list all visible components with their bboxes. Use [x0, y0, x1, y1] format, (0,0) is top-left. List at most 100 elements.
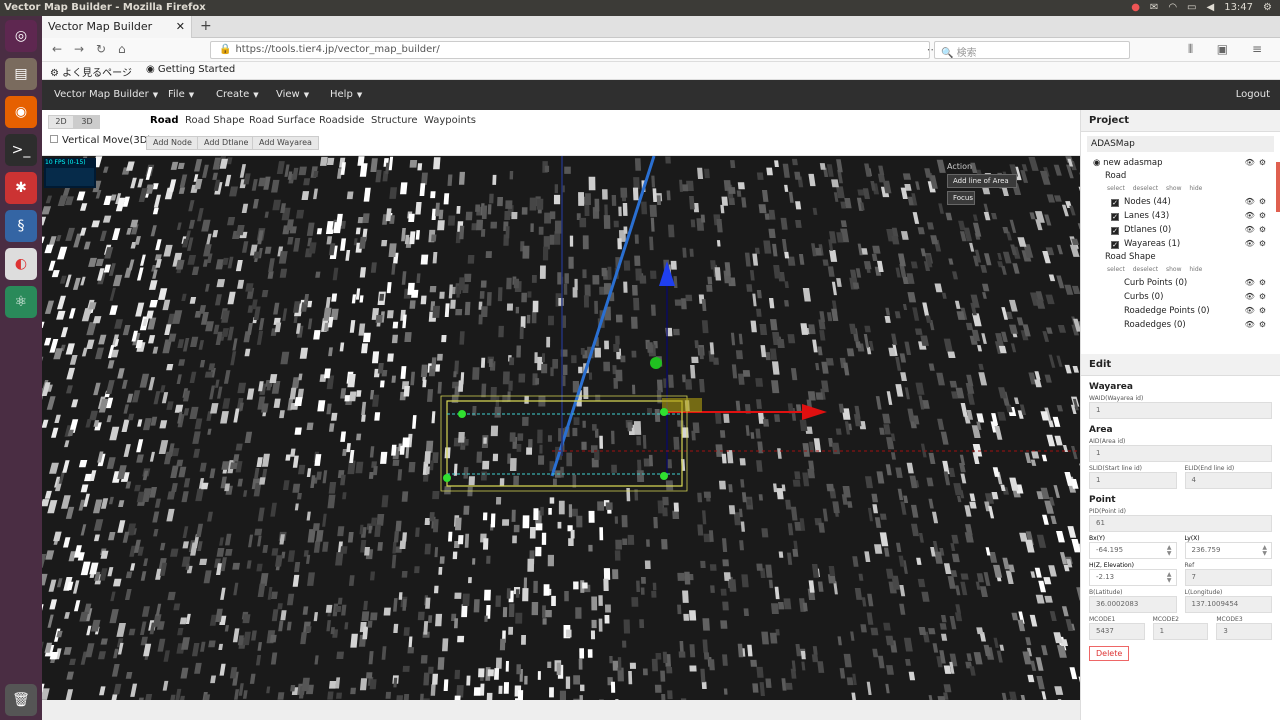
elid-field[interactable]: 4 [1184, 472, 1272, 489]
edit-panel: Wayarea WAID(Wayarea id) 1 Area AID(Area… [1081, 382, 1280, 661]
terminal-icon[interactable]: >_ [5, 134, 37, 166]
longitude-field[interactable]: 137.1009454 [1184, 596, 1272, 613]
browser-tab[interactable]: Vector Map Builder ✕ [42, 16, 192, 38]
url-text: https://tools.tier4.jp/vector_map_builde… [235, 44, 440, 55]
tab-title: Vector Map Builder [48, 20, 153, 33]
app-menu-bar: Vector Map Builder ▼ File ▼ Create ▼ View ▼ … [42, 80, 1280, 110]
toggle-2d[interactable]: 2D [48, 115, 74, 129]
delete-button[interactable]: Delete [1089, 646, 1130, 661]
focus-button[interactable]: Focus [947, 191, 975, 205]
battery-icon[interactable]: ▭ [1187, 0, 1196, 16]
edit-header: Edit [1081, 354, 1280, 376]
caret-down-icon: ▼ [152, 91, 159, 99]
action-label: Action [947, 162, 973, 171]
menu-view[interactable]: View ▼ [276, 89, 309, 100]
add-dtlane-button[interactable]: Add Dtlane [197, 136, 256, 150]
add-line-of-area-button[interactable]: Add line of Area [947, 174, 1017, 188]
layer-roadedge-points[interactable]: Roadedge Points (0) 👁⚙ [1087, 304, 1274, 318]
layer-roadedges[interactable]: Roadedges (0) 👁⚙ [1087, 318, 1274, 332]
group-road-shape: Road Shape [1105, 252, 1156, 262]
volume-icon[interactable]: ◀ [1207, 0, 1215, 16]
ubuntu-icon[interactable]: ◎ [5, 20, 37, 52]
layer-wayareas[interactable]: ✓ Wayareas (1) 👁⚙ [1087, 237, 1274, 251]
menu-help[interactable]: Help ▼ [330, 89, 362, 100]
map-name: ADASMap [1087, 136, 1274, 152]
tab-road-surface[interactable]: Road Surface [249, 115, 315, 126]
bx-field[interactable]: -64.195 ▲ ▼ [1089, 542, 1177, 559]
spinner-icon: ▲ ▼ [1262, 544, 1267, 557]
toggle-3d[interactable]: 3D [74, 115, 100, 129]
waid-field[interactable]: 1 [1089, 402, 1272, 419]
ubuntu-launcher: ◎ ▤ ◉ >_ ✱ § ◐ ⚛ 🗑 [0, 16, 42, 720]
forward-icon[interactable]: → [74, 42, 84, 56]
url-bar[interactable]: 🔒 https://tools.tier4.jp/vector_map_build… [210, 41, 959, 59]
new-tab-icon[interactable]: + [200, 18, 212, 34]
wayarea-title: Wayarea [1089, 382, 1133, 392]
menu-vector-map-builder[interactable]: Vector Map Builder ▼ [54, 89, 158, 100]
red-arrow-icon [802, 404, 827, 420]
vertical-move-checkbox[interactable]: Vertical Move(3D) [50, 135, 151, 146]
lane-line [550, 156, 656, 477]
ly-field[interactable]: 236.759 ▲ ▼ [1184, 542, 1272, 559]
atom-icon[interactable]: ⚛ [5, 286, 37, 318]
menu-file[interactable]: File ▼ [168, 89, 194, 100]
chrome-icon[interactable]: ◐ [5, 248, 37, 280]
tab-waypoints[interactable]: Waypoints [424, 115, 476, 126]
files-icon[interactable]: ▤ [5, 58, 37, 90]
back-icon[interactable]: ← [52, 42, 62, 56]
layer-dtlanes[interactable]: ✓ Dtlanes (0) 👁⚙ [1087, 223, 1274, 237]
slid-field[interactable]: 1 [1089, 472, 1177, 489]
h-field[interactable]: -2.13 ▲ ▼ [1089, 569, 1177, 586]
camera-icon[interactable]: ● [1131, 0, 1140, 16]
editor-toolbar: 2D 3D Road Road Shape Road Surface Roads… [42, 110, 1080, 156]
layer-curb-points[interactable]: Curb Points (0) 👁⚙ [1087, 276, 1274, 290]
search-placeholder: 検索 [956, 48, 977, 59]
green-handle-icon [650, 357, 662, 369]
scrollbar[interactable] [1276, 162, 1280, 212]
bookmark-getting-started[interactable]: ◉ Getting Started [146, 64, 235, 77]
add-wayarea-button[interactable]: Add Wayarea [252, 136, 319, 150]
settings-tool-icon[interactable]: ✱ [5, 172, 37, 204]
mail-icon[interactable]: ✉ [1150, 0, 1158, 16]
layer-curbs[interactable]: Curbs (0) 👁⚙ [1087, 290, 1274, 304]
close-tab-icon[interactable]: ✕ [176, 20, 185, 33]
bookmarks-bar: ⚙ よく見るページ ◉ Getting Started [42, 62, 1280, 80]
mcode1-field[interactable]: 5437 [1089, 623, 1145, 640]
mcode2-field[interactable]: 1 [1152, 623, 1209, 640]
tab-road-shape[interactable]: Road Shape [185, 115, 245, 126]
wifi-icon[interactable]: ◠ [1168, 0, 1177, 16]
group-road-shape-controls[interactable]: select deselect show hide [1087, 264, 1274, 276]
layer-lanes[interactable]: ✓ Lanes (43) 👁⚙ [1087, 209, 1274, 223]
latitude-field[interactable]: 36.0002083 [1089, 596, 1177, 613]
search-input[interactable]: 🔍 検索 [934, 41, 1130, 59]
browser-tab-strip: Vector Map Builder ✕ + [42, 16, 1280, 38]
app-icon[interactable]: § [5, 210, 37, 242]
menu-create[interactable]: Create ▼ [216, 89, 259, 100]
trash-icon[interactable]: 🗑 [5, 684, 37, 716]
add-node-button[interactable]: Add Node [146, 136, 199, 150]
tab-roadside[interactable]: Roadside [319, 115, 365, 126]
bookmark-most-visited[interactable]: ⚙ よく見るページ [50, 64, 132, 79]
system-tray[interactable]: ● ✉ ◠ ▭ ◀ 13:47 ⚙ [1131, 0, 1272, 16]
map-overlay [440, 156, 1080, 492]
mcode3-field[interactable]: 3 [1216, 623, 1273, 640]
pid-field[interactable]: 61 [1089, 515, 1272, 532]
3d-viewport[interactable]: 10 FPS (0-15) Action Add line of Area Fo… [42, 156, 1080, 700]
project-root[interactable]: ◉ new adasmap 👁⚙ [1087, 156, 1274, 170]
group-road: Road [1105, 171, 1127, 181]
group-road-controls[interactable]: select deselect show hide [1087, 183, 1274, 195]
library-sidebar-menu-icons[interactable]: ⫴ ▣ ≡ [1188, 42, 1272, 57]
area-title: Area [1089, 425, 1113, 435]
reload-icon[interactable]: ↻ [96, 42, 106, 56]
logout-link[interactable]: Logout [1236, 89, 1270, 100]
visibility-settings-icons: 👁⚙ [1244, 158, 1270, 167]
home-icon[interactable]: ⌂ [118, 42, 126, 56]
layer-nodes[interactable]: ✓ Nodes (44) 👁⚙ [1087, 195, 1274, 209]
tab-structure[interactable]: Structure [371, 115, 418, 126]
aid-field[interactable]: 1 [1089, 445, 1272, 462]
firefox-icon[interactable]: ◉ [5, 96, 37, 128]
tab-road[interactable]: Road [150, 115, 178, 126]
settings-icon[interactable]: ⚙ [1263, 0, 1272, 16]
clock[interactable]: 13:47 [1224, 0, 1253, 16]
ref-field[interactable]: 7 [1184, 569, 1272, 586]
